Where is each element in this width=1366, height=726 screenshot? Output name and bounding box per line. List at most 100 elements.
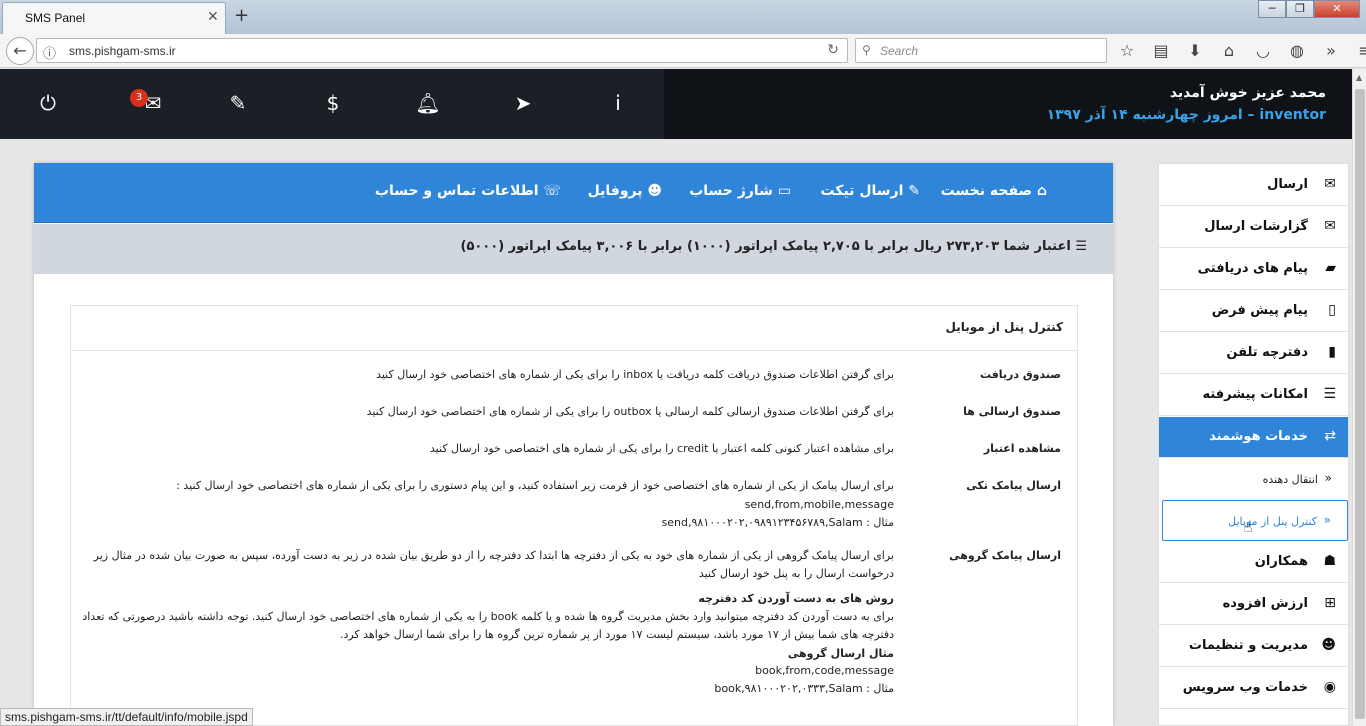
sidebar-item-advanced[interactable]: ☰ امکانات پیشرفته [1159, 375, 1348, 416]
message-count-badge: 3 [130, 89, 148, 107]
inbox-icon: ▰ [1325, 260, 1336, 276]
main-panel: ⌂ صفحه نخست ✎ ارسال تیکت ▭ شارژ حساب ☻ پ… [34, 163, 1113, 726]
extension-icon[interactable]: ◍ [1287, 41, 1307, 61]
download-icon[interactable]: ⬇ [1185, 41, 1205, 61]
sidebar-item-partners[interactable]: ☗ همکاران [1159, 542, 1348, 583]
sidebar: ✉ ارسال ✉ گزارشات ارسال ▰ پیام های دریاف… [1158, 163, 1349, 726]
check-circle-icon: ◉ [1323, 679, 1336, 695]
send-icon[interactable]: ➤ [508, 91, 538, 115]
group-sms-example: مثال : book,۹۸۱۰۰۰۲۰۲,۰۳۳۳,Salam [714, 682, 894, 695]
reload-icon[interactable]: ↻ [827, 42, 839, 58]
bell-icon[interactable]: 🔔︎ [413, 91, 443, 115]
nav-profile[interactable]: ☻ پروفایل [588, 183, 662, 199]
tab-close-icon[interactable]: ✕ [207, 9, 219, 25]
page-scrollbar[interactable]: ▲ [1352, 69, 1366, 726]
browser-toolbar: ☆ ▤ ⬇ ⌂ ◡ ◍ » ≡ [1117, 41, 1366, 61]
database-icon: ☰ [1070, 239, 1087, 254]
new-tab-icon[interactable]: + [234, 5, 249, 26]
scroll-up-icon[interactable]: ▲ [1356, 73, 1362, 82]
single-sms-format: send,from,mobile,message [744, 498, 894, 511]
group-icon: ☻ [1321, 637, 1336, 653]
search-icon: ⚲ [862, 43, 871, 57]
dollar-icon[interactable]: $ [318, 91, 348, 115]
url-text[interactable]: sms.pishgam-sms.ir [69, 44, 176, 58]
row-label-group-sms: ارسال پیامک گروهی [949, 549, 1061, 562]
nav-charge[interactable]: ▭ شارژ حساب [689, 183, 791, 199]
users-icon: ☗ [1323, 553, 1336, 569]
ticket-icon[interactable]: ✎ [223, 91, 253, 115]
nav-contact[interactable]: ☏ اطلاعات تماس و حساب [375, 183, 561, 199]
sidebar-item-smart-services[interactable]: ⇄ خدمات هوشمند [1159, 417, 1348, 458]
user-icon: ☻ [642, 183, 662, 199]
address-bar[interactable]: ⓘ sms.pishgam-sms.ir ↻ [36, 38, 848, 63]
status-bar-url: sms.pishgam-sms.ir/tt/default/info/mobil… [0, 708, 253, 726]
row-text-outbox: برای گرفتن اطلاعات صندوق ارسالی کلمه ارس… [366, 405, 894, 418]
phone-icon: ☏ [538, 183, 561, 199]
sidebar-subitem-mobile-control[interactable]: » کنترل پنل از موبایل [1162, 500, 1348, 541]
scrollbar-thumb[interactable] [1355, 89, 1365, 719]
plus-square-icon: ⊞ [1324, 595, 1336, 611]
row-label-outbox: صندوق ارسالی ها [963, 405, 1061, 418]
double-chevron-icon: » [1324, 471, 1332, 485]
list-icon: ☰ [1323, 386, 1336, 402]
browser-tab[interactable]: SMS Panel ✕ [2, 2, 226, 34]
browser-navbar: ← ⓘ sms.pishgam-sms.ir ↻ ⚲ Search ☆ ▤ ⬇ … [0, 34, 1366, 68]
home-icon[interactable]: ⌂ [1219, 41, 1239, 61]
tablet-icon: ▯ [1328, 302, 1336, 318]
menu-icon[interactable]: ≡ [1355, 41, 1366, 61]
sidebar-item-default-message[interactable]: ▯ پیام پیش فرض [1159, 291, 1348, 332]
top-navigation: ⌂ صفحه نخست ✎ ارسال تیکت ▭ شارژ حساب ☻ پ… [34, 163, 1113, 223]
maximize-icon[interactable]: ❐ [1286, 0, 1314, 18]
back-icon[interactable]: ← [6, 37, 34, 65]
row-text-single-sms: برای ارسال پیامک از یکی از شماره های اخت… [176, 479, 894, 492]
power-icon[interactable]: ⏻ [33, 91, 63, 115]
credit-text: ☰ اعتبار شما ۲۷۳,۲۰۳ ریال برابر با ۲,۷۰۵… [460, 239, 1087, 254]
sidebar-item-received[interactable]: ▰ پیام های دریافتی [1159, 249, 1348, 290]
sidebar-item-send-reports[interactable]: ✉ گزارشات ارسال [1159, 207, 1348, 248]
exchange-icon: ⇄ [1324, 428, 1336, 444]
username[interactable]: inventor [1259, 107, 1326, 123]
sidebar-item-value-added[interactable]: ⊞ ارزش افزوده [1159, 584, 1348, 625]
sidebar-item-settings[interactable]: ☻ مدیریت و تنظیمات [1159, 626, 1348, 667]
home-icon: ⌂ [1032, 183, 1047, 199]
envelope-icon: ✉ [1324, 176, 1336, 192]
group-sms-sub-2: دفترچه های شما بیش از ۱۷ مورد باشد، سیست… [339, 628, 894, 641]
nav-home[interactable]: ⌂ صفحه نخست [941, 183, 1047, 199]
minimize-icon[interactable]: ─ [1258, 0, 1286, 18]
group-sms-example-title: مثال ارسال گروهی [787, 647, 894, 660]
site-info-icon[interactable]: ⓘ [43, 43, 56, 62]
search-input[interactable]: ⚲ Search [855, 38, 1107, 63]
reading-list-icon[interactable]: ▤ [1151, 41, 1171, 61]
search-placeholder: Search [880, 44, 919, 58]
close-window-icon[interactable]: ✕ [1314, 0, 1360, 18]
row-label-single-sms: ارسال پیامک تکی [966, 479, 1061, 492]
pocket-icon[interactable]: ◡ [1253, 41, 1273, 61]
sidebar-subitem-forwarder[interactable]: » انتقال دهنده [1159, 459, 1348, 500]
site-header: محمد عزیز خوش آمدید inventor – امروز چها… [0, 69, 1352, 139]
sidebar-item-web-service[interactable]: ◉ خدمات وب سرویس [1159, 668, 1348, 709]
row-label-inbox: صندوق دریافت [979, 368, 1061, 381]
credit-bar: ☰ اعتبار شما ۲۷۳,۲۰۳ ریال برابر با ۲,۷۰۵… [34, 224, 1113, 274]
divider [71, 350, 1077, 351]
sidebar-item-send[interactable]: ✉ ارسال [1159, 165, 1348, 206]
window-controls: ─ ❐ ✕ [1258, 0, 1360, 18]
group-sms-sub-1: برای به دست آوردن کد دفترچه میتوانید وار… [82, 610, 894, 623]
group-sms-text-2: درخواست ارسال را به پنل خود ارسال کنید [698, 567, 894, 580]
card-title: کنترل پنل از موبایل [945, 320, 1063, 334]
group-sms-text-1: برای ارسال پیامک گروهی از یکی از شماره ه… [93, 549, 894, 562]
date-text: امروز چهارشنبه ۱۴ آذر ۱۳۹۷ [1046, 107, 1243, 123]
browser-tab-strip: SMS Panel ✕ + ─ ❐ ✕ [0, 0, 1366, 34]
ticket-icon: ✎ [903, 183, 920, 199]
sidebar-item-phonebook[interactable]: ▮ دفترچه تلفن [1159, 333, 1348, 374]
row-text-credit: برای مشاهده اعتبار کنونی کلمه اعتبار یا … [429, 442, 894, 455]
nav-ticket[interactable]: ✎ ارسال تیکت [821, 183, 920, 199]
hand-cursor-icon: ☝ [1243, 517, 1253, 536]
bookmark-star-icon[interactable]: ☆ [1117, 41, 1137, 61]
welcome-text: محمد عزیز خوش آمدید [1169, 85, 1326, 101]
envelope-outline-icon: ✉ [1324, 218, 1336, 234]
group-sms-subtitle: روش های به دست آوردن کد دفترچه [698, 592, 894, 605]
user-greeting-area: محمد عزیز خوش آمدید inventor – امروز چها… [664, 69, 1352, 139]
book-icon: ▮ [1328, 344, 1336, 360]
overflow-icon[interactable]: » [1321, 41, 1341, 61]
info-icon[interactable]: i [603, 91, 633, 115]
